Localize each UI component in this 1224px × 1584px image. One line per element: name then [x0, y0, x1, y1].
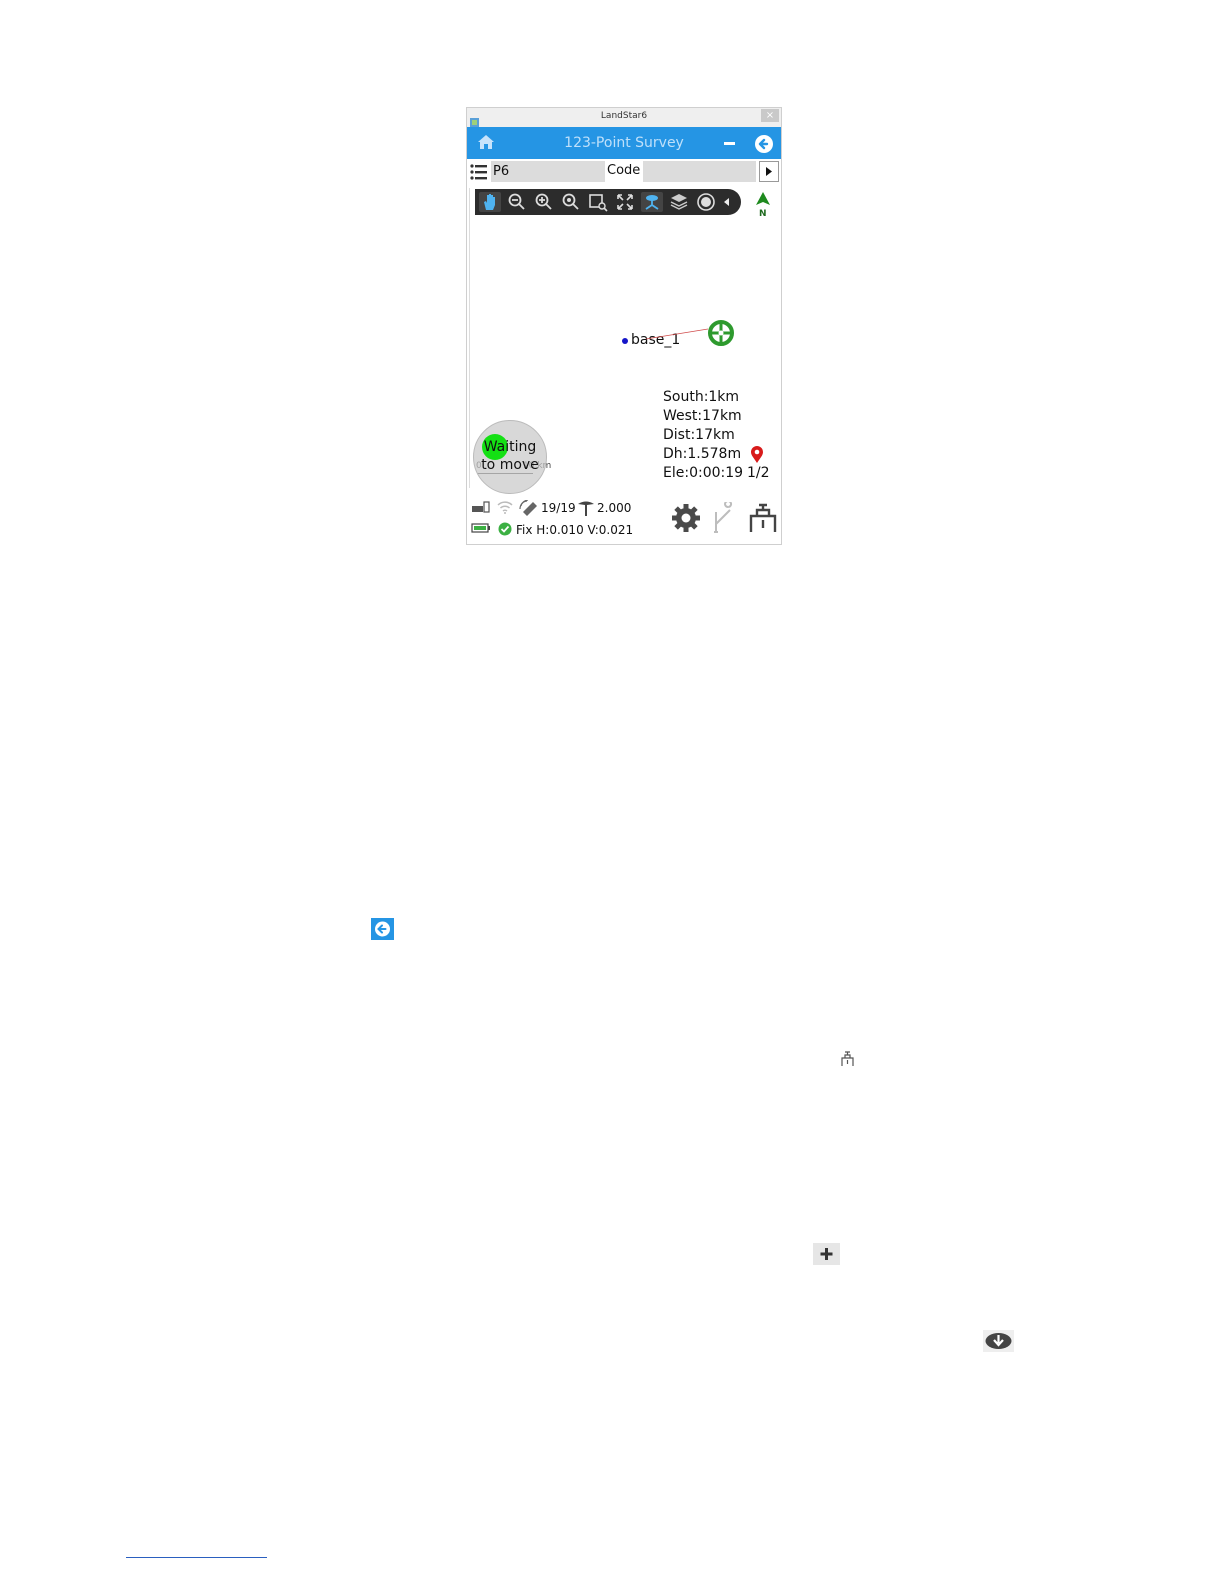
window-titlebar: LandStar6 × — [467, 108, 781, 128]
gear-icon[interactable] — [670, 502, 702, 538]
plus-icon — [813, 1243, 840, 1269]
receiver-icon — [471, 500, 491, 517]
page-indicator[interactable]: 1/2 — [747, 465, 770, 481]
point-input-row: P6 Code — [467, 160, 781, 184]
back-arrow-icon — [371, 918, 394, 944]
navigation-info: South:1km West:17km Dist:17km Dh:1.578m … — [663, 388, 743, 483]
minus-icon[interactable] — [724, 142, 735, 145]
record-icon[interactable] — [695, 192, 717, 212]
measure-icon — [840, 1051, 855, 1071]
fix-precision: Fix H:0.010 V:0.021 — [516, 523, 634, 537]
next-arrow-icon[interactable] — [759, 161, 779, 182]
battery-icon — [471, 522, 491, 537]
wifi-icon — [496, 500, 514, 517]
receiver-view-icon[interactable] — [641, 192, 663, 212]
landstar-window: LandStar6 × 123-Point Survey P6 Code N b… — [466, 107, 782, 545]
west-readout: West:17km — [663, 408, 742, 424]
stakeout-pole-icon[interactable] — [710, 500, 740, 538]
distance-line — [645, 325, 709, 344]
north-arrow-icon: N — [755, 191, 771, 221]
point-marker[interactable] — [622, 338, 628, 344]
svg-text:N: N — [759, 209, 767, 217]
measure-icon[interactable] — [748, 502, 778, 538]
satellite-icon[interactable] — [519, 499, 539, 519]
zoom-extent-icon[interactable] — [560, 192, 582, 212]
window-close-button[interactable]: × — [761, 109, 779, 122]
layer-icon[interactable] — [668, 192, 690, 212]
dh-readout: Dh:1.578m — [663, 446, 742, 462]
point-name-field[interactable]: P6 — [491, 161, 605, 182]
collapse-arrow-icon[interactable] — [719, 192, 741, 212]
back-arrow-icon[interactable] — [754, 134, 774, 158]
waiting-text: Waiting to move — [481, 439, 539, 473]
footer-link-underline — [126, 1557, 267, 1558]
download-icon — [983, 1330, 1014, 1356]
window-title: LandStar6 — [600, 111, 648, 121]
satellite-count: 19/19 — [541, 501, 576, 515]
code-label: Code — [607, 163, 641, 178]
full-extent-icon[interactable] — [614, 192, 636, 212]
code-field[interactable] — [643, 161, 756, 182]
crosshair-icon[interactable] — [707, 319, 735, 351]
zoom-out-icon[interactable] — [506, 192, 528, 212]
zoom-in-icon[interactable] — [533, 192, 555, 212]
list-icon[interactable] — [470, 163, 488, 185]
zoom-window-icon[interactable] — [587, 192, 609, 212]
map-toolbar — [475, 189, 741, 215]
south-readout: South:1km — [663, 389, 740, 405]
app-header: 123-Point Survey — [467, 127, 781, 159]
map-view[interactable]: N base_1 South:1km West:17km Dist:17km D… — [469, 188, 780, 494]
ele-readout: Ele:0:00:19 — [663, 465, 744, 481]
pan-icon[interactable] — [479, 192, 501, 212]
fix-status-icon — [498, 522, 512, 539]
antenna-icon[interactable] — [577, 500, 595, 519]
status-bar: 19/19 2.000 Fix H:0.010 V:0.021 — [467, 494, 781, 544]
dist-readout: Dist:17km — [663, 427, 735, 443]
antenna-height: 2.000 — [597, 501, 632, 515]
